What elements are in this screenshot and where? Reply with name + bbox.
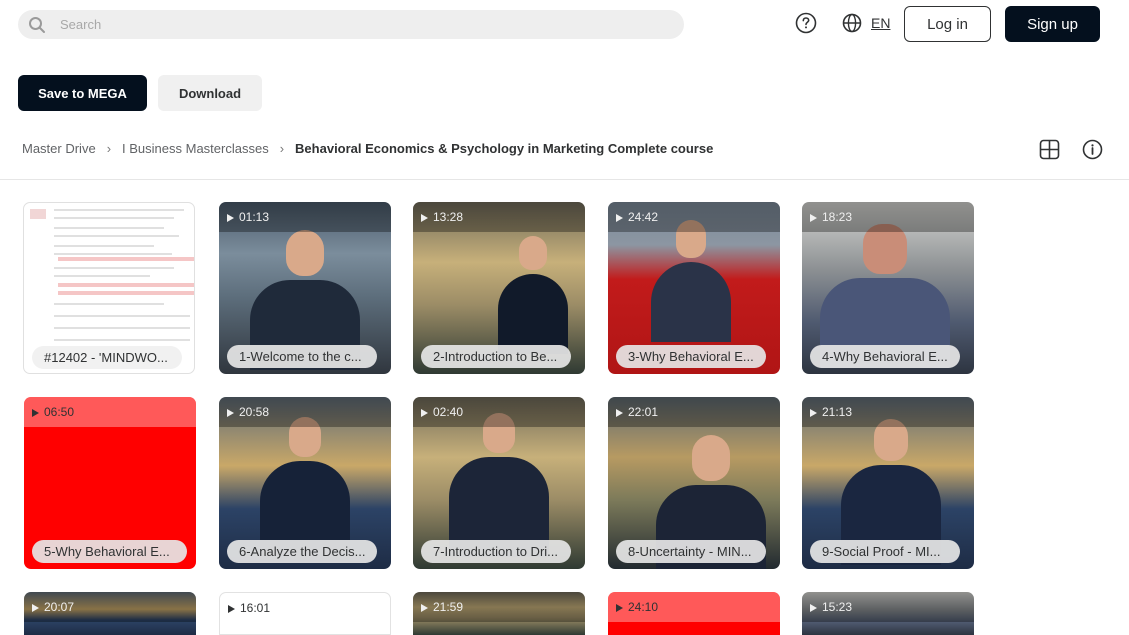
breadcrumb-current-folder: Behavioral Economics & Psychology in Mar… (295, 141, 714, 156)
search-input[interactable] (60, 17, 620, 32)
video-duration: 13:28 (413, 202, 585, 232)
video-duration: 21:13 (802, 397, 974, 427)
play-icon (32, 409, 39, 417)
file-name: 3-Why Behavioral E... (616, 345, 766, 368)
video-tile[interactable]: 02:40 7-Introduction to Dri... (413, 397, 585, 569)
chevron-right-icon: › (279, 141, 285, 156)
video-duration: 20:07 (24, 592, 196, 622)
video-tile[interactable]: 18:23 4-Why Behavioral E... (802, 202, 974, 374)
play-icon (421, 214, 428, 222)
video-tile[interactable]: 15:23 (802, 592, 974, 635)
play-icon (227, 409, 234, 417)
video-tile[interactable]: 16:01 (219, 592, 391, 635)
play-icon (421, 604, 428, 612)
video-tile[interactable]: 20:58 6-Analyze the Decis... (219, 397, 391, 569)
file-tile[interactable]: #12402 - 'MINDWO... (23, 202, 195, 374)
video-tile[interactable]: 20:07 (24, 592, 196, 635)
globe-icon[interactable] (842, 13, 862, 33)
download-button[interactable]: Download (158, 75, 262, 111)
play-icon (227, 214, 234, 222)
file-name: #12402 - 'MINDWO... (32, 346, 182, 369)
video-tile[interactable]: 22:01 8-Uncertainty - MIN... (608, 397, 780, 569)
play-icon (228, 605, 235, 613)
video-tile[interactable]: 13:28 2-Introduction to Be... (413, 202, 585, 374)
video-duration: 02:40 (413, 397, 585, 427)
file-name: 4-Why Behavioral E... (810, 345, 960, 368)
video-duration: 15:23 (802, 592, 974, 622)
video-duration: 24:42 (608, 202, 780, 232)
file-name: 2-Introduction to Be... (421, 345, 571, 368)
grid-view-icon[interactable] (1039, 139, 1060, 160)
play-icon (421, 409, 428, 417)
divider (0, 179, 1129, 180)
play-icon (810, 214, 817, 222)
video-duration: 24:10 (608, 592, 780, 622)
breadcrumb-item-business-masterclasses[interactable]: I Business Masterclasses (122, 141, 269, 156)
chevron-right-icon: › (106, 141, 112, 156)
signup-button[interactable]: Sign up (1005, 6, 1100, 42)
file-name: 6-Analyze the Decis... (227, 540, 377, 563)
play-icon (810, 409, 817, 417)
save-to-mega-button[interactable]: Save to MEGA (18, 75, 147, 111)
video-duration: 01:13 (219, 202, 391, 232)
video-tile[interactable]: 06:50 5-Why Behavioral E... (24, 397, 196, 569)
language-selector[interactable]: EN (871, 15, 890, 31)
breadcrumb-item-master-drive[interactable]: Master Drive (22, 141, 96, 156)
breadcrumb: Master Drive › I Business Masterclasses … (22, 141, 713, 156)
video-duration: 20:58 (219, 397, 391, 427)
search-bar[interactable] (18, 10, 684, 39)
play-icon (32, 604, 39, 612)
play-icon (810, 604, 817, 612)
video-duration: 21:59 (413, 592, 585, 622)
video-tile[interactable]: 21:59 (413, 592, 585, 635)
file-name: 1-Welcome to the c... (227, 345, 377, 368)
file-name: 5-Why Behavioral E... (32, 540, 187, 563)
video-tile[interactable]: 21:13 9-Social Proof - MI... (802, 397, 974, 569)
search-icon (28, 16, 46, 34)
video-tile[interactable]: 24:10 (608, 592, 780, 635)
video-tile[interactable]: 24:42 3-Why Behavioral E... (608, 202, 780, 374)
play-icon (616, 409, 623, 417)
file-name: 7-Introduction to Dri... (421, 540, 571, 563)
help-icon[interactable] (795, 12, 817, 34)
video-duration: 06:50 (24, 397, 196, 427)
video-duration: 16:01 (220, 593, 390, 623)
play-icon (616, 214, 623, 222)
login-button[interactable]: Log in (904, 6, 991, 42)
play-icon (616, 604, 623, 612)
info-icon[interactable] (1082, 139, 1103, 160)
file-name: 8-Uncertainty - MIN... (616, 540, 766, 563)
video-tile[interactable]: 01:13 1-Welcome to the c... (219, 202, 391, 374)
video-duration: 18:23 (802, 202, 974, 232)
video-duration: 22:01 (608, 397, 780, 427)
top-bar: EN Log in Sign up (0, 0, 1129, 48)
file-name: 9-Social Proof - MI... (810, 540, 960, 563)
